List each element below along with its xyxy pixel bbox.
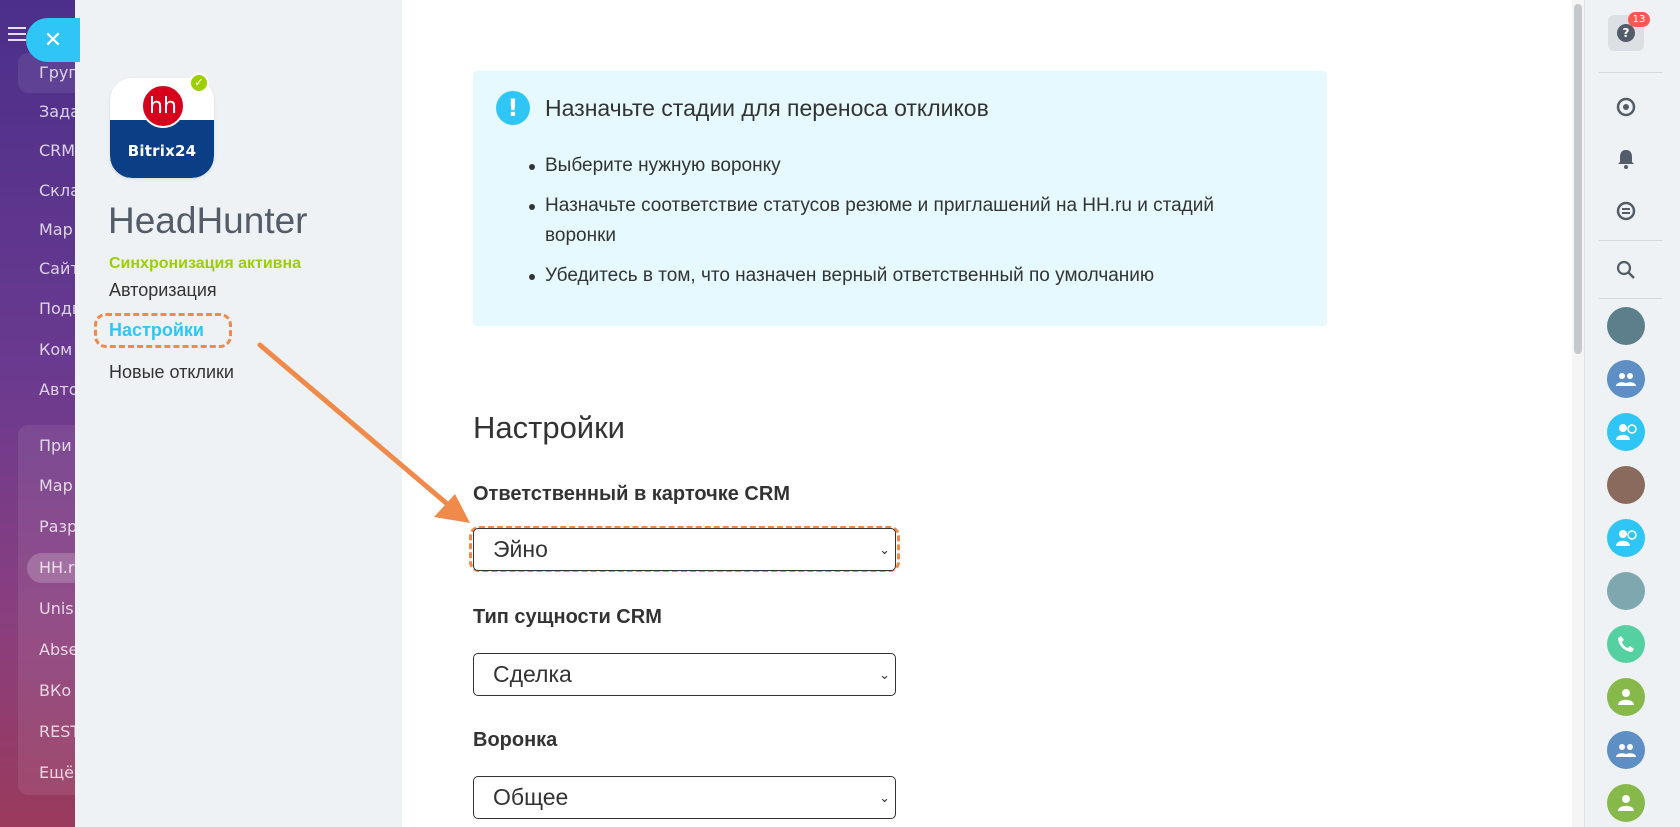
menu-item[interactable]: Скла — [39, 176, 75, 206]
menu-item[interactable]: Ещё — [39, 758, 74, 788]
divider — [1599, 72, 1663, 73]
nav-settings[interactable]: Настройки — [109, 320, 204, 341]
logo-text: Bitrix24 — [127, 142, 197, 160]
avatar[interactable] — [1607, 307, 1645, 345]
group-chat-icon[interactable] — [1607, 360, 1645, 398]
menu-icon[interactable] — [8, 27, 26, 45]
user-clock-icon[interactable] — [1607, 413, 1645, 451]
app-logo: hh Bitrix24 — [110, 78, 214, 178]
entity-type-select[interactable]: Сделка ⌄ — [473, 653, 896, 696]
responsible-select[interactable]: Эйно ⌄ — [473, 528, 896, 571]
exclamation-icon: ! — [496, 91, 530, 125]
scrollbar-thumb[interactable] — [1574, 4, 1582, 354]
menu-item[interactable]: Abse — [39, 635, 75, 665]
help-icon: ? — [1617, 24, 1635, 42]
sync-status: Синхронизация активна — [109, 255, 302, 272]
user-icon[interactable] — [1607, 678, 1645, 716]
app-title: HeadHunter — [108, 200, 308, 241]
refresh-icon[interactable] — [1609, 90, 1643, 124]
user-icon[interactable] — [1607, 784, 1645, 822]
close-slider-button[interactable]: ✕ — [26, 18, 80, 62]
main-content: ! Назначьте стадии для переноса откликов… — [402, 0, 1572, 827]
divider — [1599, 298, 1663, 299]
info-list: Выберите нужную воронку Назначьте соотве… — [529, 151, 1265, 301]
close-icon: ✕ — [43, 27, 63, 53]
chevron-down-icon: ⌄ — [879, 542, 890, 557]
entity-type-label: Тип сущности CRM — [473, 606, 662, 628]
divider — [1599, 240, 1663, 241]
menu-item[interactable]: Сайт — [39, 254, 75, 284]
menu-item[interactable]: Подп — [39, 294, 75, 324]
funnel-label: Воронка — [473, 729, 558, 751]
chevron-down-icon: ⌄ — [879, 667, 890, 682]
search-icon[interactable] — [1609, 253, 1643, 287]
menu-item[interactable]: Мар — [39, 215, 73, 245]
list-item: Убедитесь в том, что назначен верный отв… — [529, 261, 1265, 291]
info-box: ! Назначьте стадии для переноса откликов… — [473, 71, 1327, 326]
funnel-value: Общее — [493, 784, 569, 810]
nav-new-responses[interactable]: Новые отклики — [109, 362, 234, 383]
menu-item[interactable]: Разр — [39, 512, 75, 542]
menu-item[interactable]: Зада — [39, 97, 75, 127]
chevron-down-icon: ⌄ — [879, 790, 890, 805]
menu-item[interactable]: CRM — [39, 136, 75, 166]
menu-item[interactable]: Груп — [39, 58, 75, 88]
menu-item[interactable]: HH.r — [39, 553, 74, 583]
menu-item[interactable]: Unis — [39, 594, 74, 624]
check-icon: ✓ — [189, 73, 209, 93]
bitrix-left-menu: Груп Зада CRM Скла Мар Сайт Подп Ком Авт… — [0, 0, 75, 827]
entity-type-value: Сделка — [493, 661, 572, 687]
avatar[interactable] — [1607, 466, 1645, 504]
group-icon[interactable] — [1607, 731, 1645, 769]
responsible-value: Эйно — [493, 536, 548, 562]
chat-icon[interactable] — [1609, 194, 1643, 228]
responsible-label: Ответственный в карточке CRM — [473, 483, 790, 505]
menu-item[interactable]: ВКо — [39, 676, 71, 706]
menu-item[interactable]: Мар — [39, 471, 73, 501]
list-item: Выберите нужную воронку — [529, 151, 1265, 181]
user-clock-icon[interactable] — [1607, 519, 1645, 557]
bell-icon[interactable] — [1609, 142, 1643, 176]
scrollbar[interactable] — [1572, 0, 1584, 827]
section-title: Настройки — [473, 410, 626, 445]
funnel-select[interactable]: Общее ⌄ — [473, 776, 896, 819]
avatar[interactable] — [1607, 572, 1645, 610]
menu-item[interactable]: Авто — [39, 375, 75, 405]
info-title: Назначьте стадии для переноса откликов — [545, 95, 989, 121]
phone-icon[interactable] — [1607, 625, 1645, 663]
hh-logo-mark: hh — [141, 84, 185, 128]
app-side-nav: hh Bitrix24 ✓ HeadHunter Синхронизация а… — [75, 0, 402, 827]
list-item: Назначьте соответствие статусов резюме и… — [529, 191, 1265, 251]
nav-authorization[interactable]: Авторизация — [109, 280, 217, 301]
notification-count-badge: 13 — [1628, 12, 1650, 27]
menu-item[interactable]: При — [39, 431, 72, 461]
right-panel: ? 13 — [1584, 0, 1680, 827]
menu-item[interactable]: REST — [39, 717, 75, 747]
menu-item[interactable]: Ком — [39, 335, 72, 365]
